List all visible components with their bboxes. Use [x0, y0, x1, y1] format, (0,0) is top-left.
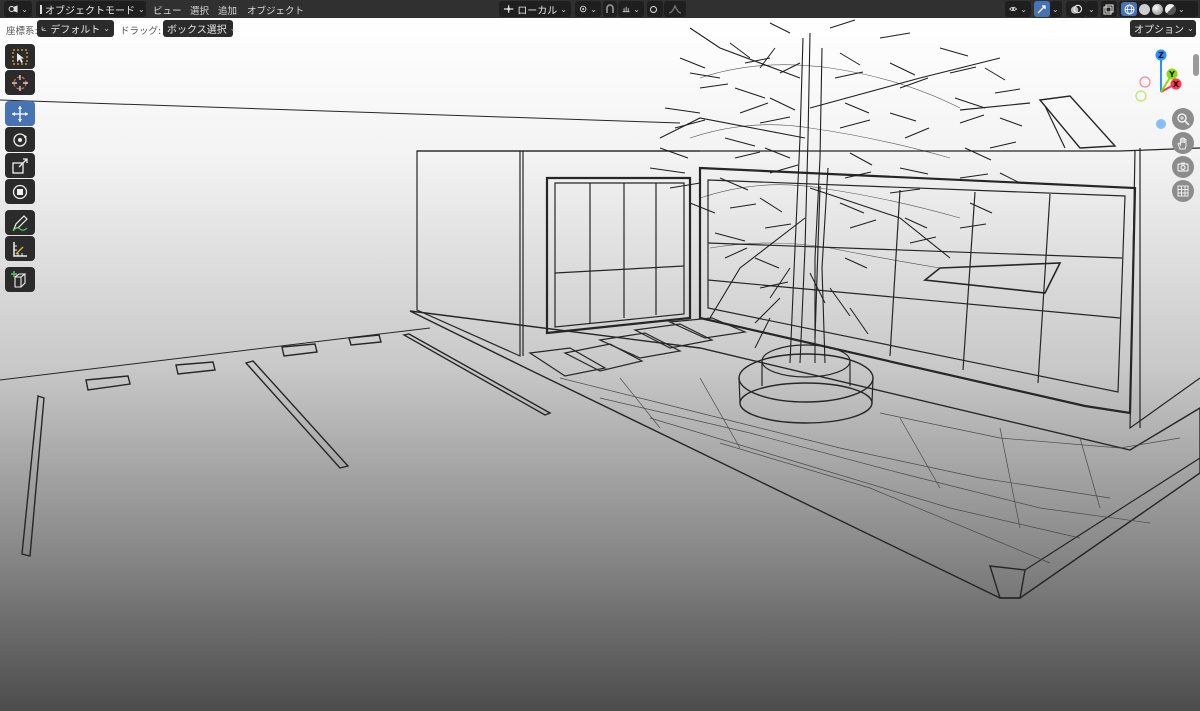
snap-toggle[interactable] [603, 1, 617, 17]
add-cube-tool[interactable] [5, 267, 35, 292]
gizmo-icon [1037, 4, 1046, 13]
transform-orientation-dropdown[interactable]: ローカル ⌄ [499, 1, 571, 17]
camera-icon [1177, 162, 1189, 172]
snap-target-dropdown[interactable]: ⌄ [618, 1, 644, 17]
menu-view[interactable]: ビュー [153, 3, 182, 17]
camera-view-button[interactable] [1172, 156, 1194, 178]
ruler-icon [13, 241, 27, 257]
pivot-icon [579, 5, 587, 13]
transform-tool[interactable] [5, 179, 35, 204]
coordinate-system-label: 座標系: [6, 26, 38, 37]
gizmo-neg-x-axis [1139, 76, 1151, 88]
wireframe-scene [0, 19, 1200, 599]
tool-shelf [5, 44, 37, 293]
rotate-tool[interactable] [5, 127, 35, 152]
annotate-pencil-icon [12, 214, 28, 231]
hand-icon [1177, 137, 1187, 150]
menu-select[interactable]: 選択 [190, 3, 209, 17]
grid-icon [1177, 185, 1189, 197]
3d-cursor-icon [12, 74, 28, 91]
options-dropdown[interactable]: オプション ⌄ [1130, 20, 1196, 37]
coordinate-system-dropdown[interactable]: デフォルト ⌄ [37, 20, 114, 37]
material-shading-button[interactable] [1152, 3, 1163, 15]
drag-value: ボックス選択 [167, 25, 227, 36]
chevron-down-icon: ⌄ [1020, 4, 1027, 14]
rendered-shading-button[interactable] [1165, 3, 1176, 15]
overlays-dropdown[interactable]: ⌄ [1086, 1, 1098, 17]
chevron-down-icon: ⌄ [1052, 4, 1059, 14]
chevron-down-icon: ⌄ [229, 24, 237, 33]
chevron-down-icon: ⌄ [1187, 24, 1194, 33]
gizmo-neg-z-axis [1156, 119, 1166, 129]
solid-shading-button[interactable] [1139, 3, 1150, 15]
wireframe-shading-button[interactable] [1121, 2, 1137, 16]
visibility-dropdown[interactable]: ⌄ [1005, 1, 1031, 17]
mode-dropdown[interactable]: オブジェクトモード ⌄ [36, 1, 146, 17]
gizmo-y-label: Y [1168, 70, 1175, 79]
options-label: オプション [1134, 25, 1184, 36]
magnet-icon [606, 4, 614, 13]
orientation-axes-icon [41, 26, 47, 31]
chevron-down-icon: ⌄ [590, 4, 597, 14]
zoom-button[interactable] [1172, 108, 1194, 130]
pivot-point-dropdown[interactable]: ⌄ [575, 1, 601, 17]
chevron-down-icon[interactable]: ⌄ [1178, 5, 1185, 14]
chevron-down-icon: ⌄ [1088, 4, 1095, 14]
perspective-toggle-button[interactable] [1172, 180, 1194, 202]
pan-button[interactable] [1172, 132, 1194, 154]
drag-label: ドラッグ: [120, 26, 162, 37]
select-box-icon [12, 48, 28, 65]
gizmo-z-label: Z [1158, 51, 1164, 60]
proportional-falloff-button[interactable] [664, 1, 686, 17]
eye-icon [1009, 6, 1018, 12]
wireframe-sphere-icon [1124, 4, 1134, 14]
falloff-curve-icon [668, 4, 682, 14]
menu-object[interactable]: オブジェクト [247, 3, 304, 17]
chevron-down-icon: ⌄ [21, 4, 28, 14]
overlays-icon [1070, 4, 1082, 14]
chevron-down-icon: ⌄ [560, 4, 567, 14]
move-tool[interactable] [5, 101, 35, 126]
rotate-icon [13, 132, 27, 147]
orientation-icon [503, 5, 514, 13]
gizmo-x-label: X [1173, 80, 1180, 89]
viewport-header: ⌄ オブジェクトモード ⌄ ビュー 選択 追加 オブジェクト ローカル ⌄ ⌄ … [0, 0, 1200, 18]
drag-dropdown[interactable]: ボックス選択 ⌄ [163, 20, 236, 37]
region-scroll-handle[interactable] [1193, 54, 1199, 76]
select-box-tool[interactable] [5, 44, 35, 69]
shading-modes: ⌄ [1119, 1, 1198, 17]
transform-icon [12, 184, 28, 199]
3d-viewport[interactable]: 座標系: デフォルト ⌄ ドラッグ: ボックス選択 ⌄ オプション ⌄ Z Y … [0, 18, 1200, 711]
gizmo-neg-y-axis [1135, 90, 1147, 102]
chevron-down-icon: ⌄ [633, 4, 640, 14]
scale-tool[interactable] [5, 153, 35, 178]
magnifier-icon [1177, 113, 1190, 126]
gizmo-dropdown[interactable]: ⌄ [1050, 1, 1062, 17]
xray-toggle[interactable] [1101, 1, 1117, 17]
chevron-down-icon: ⌄ [138, 4, 145, 14]
coordinate-system-value: デフォルト [50, 25, 101, 36]
proportional-edit-icon [650, 5, 657, 13]
overlays-toggle[interactable] [1066, 1, 1086, 17]
proportional-edit-toggle[interactable] [647, 1, 663, 17]
xray-icon [1103, 3, 1114, 15]
chevron-down-icon: ⌄ [103, 24, 110, 33]
mode-label: オブジェクトモード [45, 5, 135, 17]
orientation-label: ローカル [517, 5, 558, 17]
move-arrows-icon [12, 105, 28, 122]
measure-tool[interactable] [5, 236, 35, 261]
viewport-editor-icon [8, 5, 18, 13]
cursor-tool[interactable] [5, 70, 35, 95]
annotate-tool[interactable] [5, 210, 35, 235]
gizmo-toggle[interactable] [1034, 1, 1050, 17]
editor-type-button[interactable]: ⌄ [4, 1, 32, 17]
snap-increment-icon [622, 6, 630, 13]
menu-add[interactable]: 追加 [218, 3, 237, 17]
add-cube-icon [11, 270, 26, 288]
object-mode-icon [40, 4, 42, 14]
scale-icon [12, 157, 28, 174]
